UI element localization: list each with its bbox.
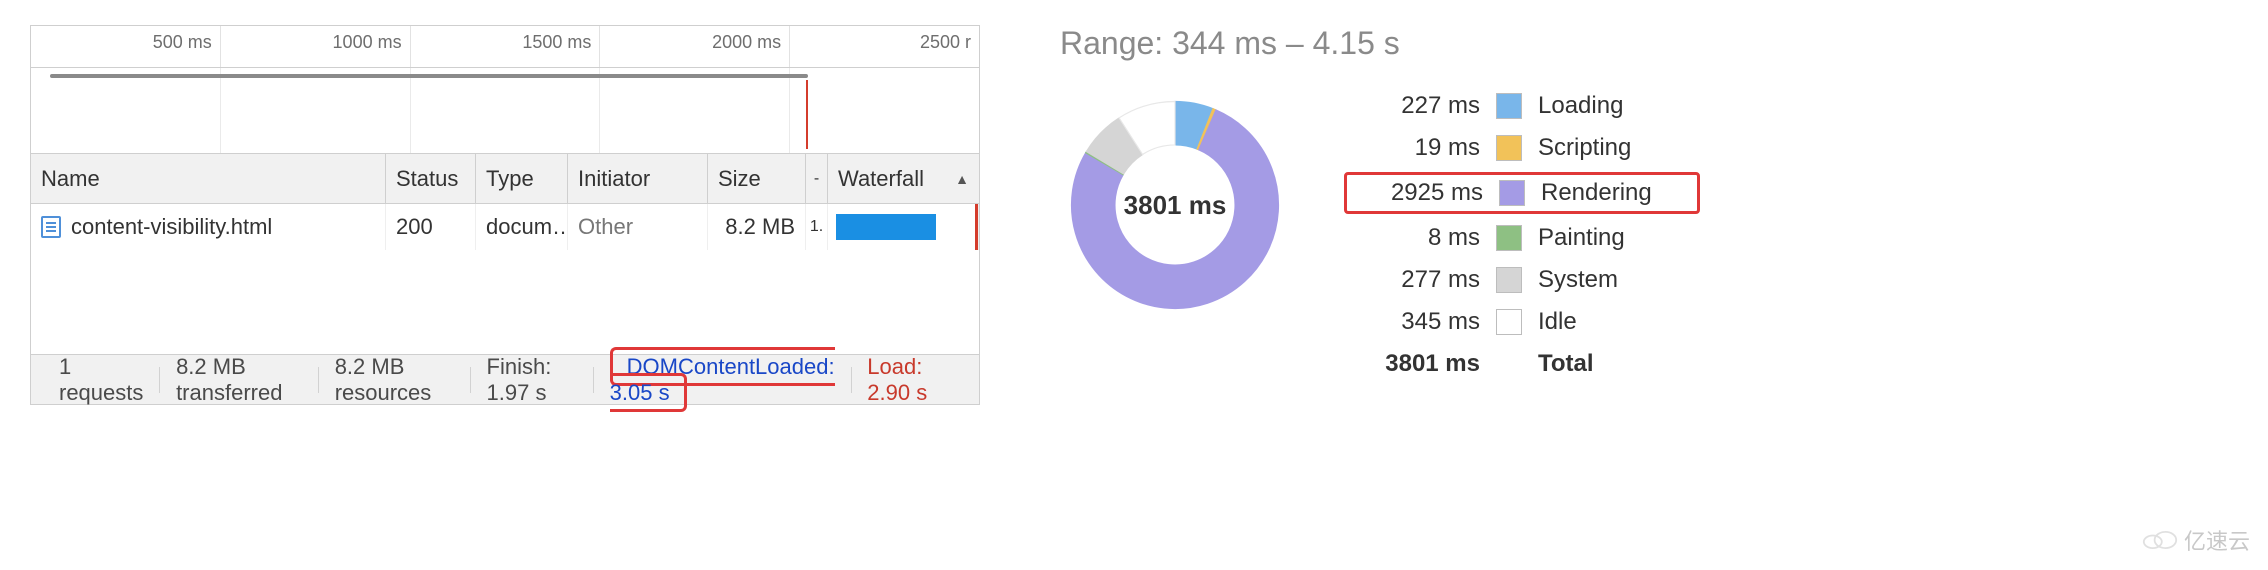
- legend-row-total: 3801 msTotal: [1350, 350, 1694, 378]
- status-requests: 1 requests: [43, 354, 159, 406]
- request-name: content-visibility.html: [71, 214, 272, 240]
- sort-indicator-icon: ▲: [955, 171, 969, 187]
- legend-ms: 277 ms: [1350, 266, 1480, 294]
- legend-label: System: [1538, 266, 1688, 294]
- column-time[interactable]: -: [806, 154, 828, 203]
- legend-row-loading[interactable]: 227 ms Loading: [1350, 92, 1694, 120]
- table-header-row: Name Status Type Initiator Size - Waterf…: [31, 154, 979, 204]
- legend-swatch: [1499, 180, 1525, 206]
- status-finish: Finish: 1.97 s: [471, 354, 593, 406]
- legend-swatch: [1496, 309, 1522, 335]
- column-initiator[interactable]: Initiator: [568, 154, 708, 203]
- legend-ms: 227 ms: [1350, 92, 1480, 120]
- legend-row-system[interactable]: 277 ms System: [1350, 266, 1694, 294]
- legend-row-painting[interactable]: 8 ms Painting: [1350, 224, 1694, 252]
- timeline-ruler[interactable]: 500 ms 1000 ms 1500 ms 2000 ms 2500 r: [31, 26, 979, 68]
- legend-ms: 19 ms: [1350, 134, 1480, 162]
- legend-label: Loading: [1538, 92, 1688, 120]
- legend-row-scripting[interactable]: 19 ms Scripting: [1350, 134, 1694, 162]
- legend-label: Idle: [1538, 308, 1688, 336]
- column-status[interactable]: Status: [386, 154, 476, 203]
- request-waterfall[interactable]: [828, 204, 979, 250]
- request-size: 8.2 MB: [708, 204, 806, 250]
- watermark: 亿速云: [2142, 524, 2250, 556]
- legend-label: Rendering: [1541, 179, 1691, 207]
- network-panel: 500 ms 1000 ms 1500 ms 2000 ms 2500 r Na…: [30, 25, 980, 405]
- legend-swatch: [1496, 135, 1522, 161]
- timeline-overview[interactable]: [31, 68, 979, 154]
- ruler-tick: 500 ms: [31, 26, 221, 67]
- request-time: 1.: [806, 204, 828, 250]
- legend-ms: 8 ms: [1350, 224, 1480, 252]
- request-type: docum…: [476, 204, 568, 250]
- column-type[interactable]: Type: [476, 154, 568, 203]
- column-name[interactable]: Name: [31, 154, 386, 203]
- watermark-text: 亿速云: [2184, 524, 2250, 556]
- column-waterfall-label: Waterfall: [838, 166, 924, 192]
- legend-ms: 2925 ms: [1353, 179, 1483, 207]
- status-load: Load: 2.90 s: [851, 354, 967, 406]
- timing-summary: Range: 344 ms – 4.15 s 3801 ms 227 ms Loa…: [1060, 25, 1694, 378]
- overview-load-line: [806, 80, 808, 149]
- status-resources: 8.2 MB resources: [319, 354, 470, 406]
- ruler-tick: 1500 ms: [411, 26, 601, 67]
- column-size[interactable]: Size: [708, 154, 806, 203]
- ruler-tick: 2500 r: [790, 26, 979, 67]
- column-waterfall[interactable]: Waterfall ▲: [828, 154, 979, 203]
- request-row[interactable]: content-visibility.html 200 docum… Other…: [31, 204, 979, 250]
- request-table-body: content-visibility.html 200 docum… Other…: [31, 204, 979, 354]
- legend-label: Painting: [1538, 224, 1688, 252]
- legend-label: Scripting: [1538, 134, 1688, 162]
- status-domcontentloaded: DOMContentLoaded: 3.05 s: [610, 347, 835, 412]
- donut-chart[interactable]: 3801 ms: [1060, 90, 1290, 320]
- ruler-tick: 1000 ms: [221, 26, 411, 67]
- legend-row-idle[interactable]: 345 ms Idle: [1350, 308, 1694, 336]
- legend-ms: 345 ms: [1350, 308, 1480, 336]
- ruler-tick: 2000 ms: [600, 26, 790, 67]
- range-label: Range: 344 ms – 4.15 s: [1060, 25, 1694, 62]
- legend-row-rendering[interactable]: 2925 ms Rendering: [1344, 172, 1700, 214]
- document-icon: [41, 216, 61, 238]
- donut-center-value: 3801 ms: [1060, 90, 1290, 320]
- status-transferred: 8.2 MB transferred: [160, 354, 318, 406]
- status-bar: 1 requests 8.2 MB transferred 8.2 MB res…: [31, 354, 979, 404]
- legend: 227 ms Loading 19 ms Scripting 2925 ms Render…: [1350, 90, 1694, 378]
- legend-swatch: [1496, 225, 1522, 251]
- overview-bar: [50, 74, 808, 78]
- waterfall-load-marker: [975, 204, 978, 250]
- legend-swatch: [1496, 93, 1522, 119]
- waterfall-bar: [836, 214, 936, 240]
- legend-swatch: [1496, 267, 1522, 293]
- request-status: 200: [386, 204, 476, 250]
- request-initiator: Other: [568, 204, 708, 250]
